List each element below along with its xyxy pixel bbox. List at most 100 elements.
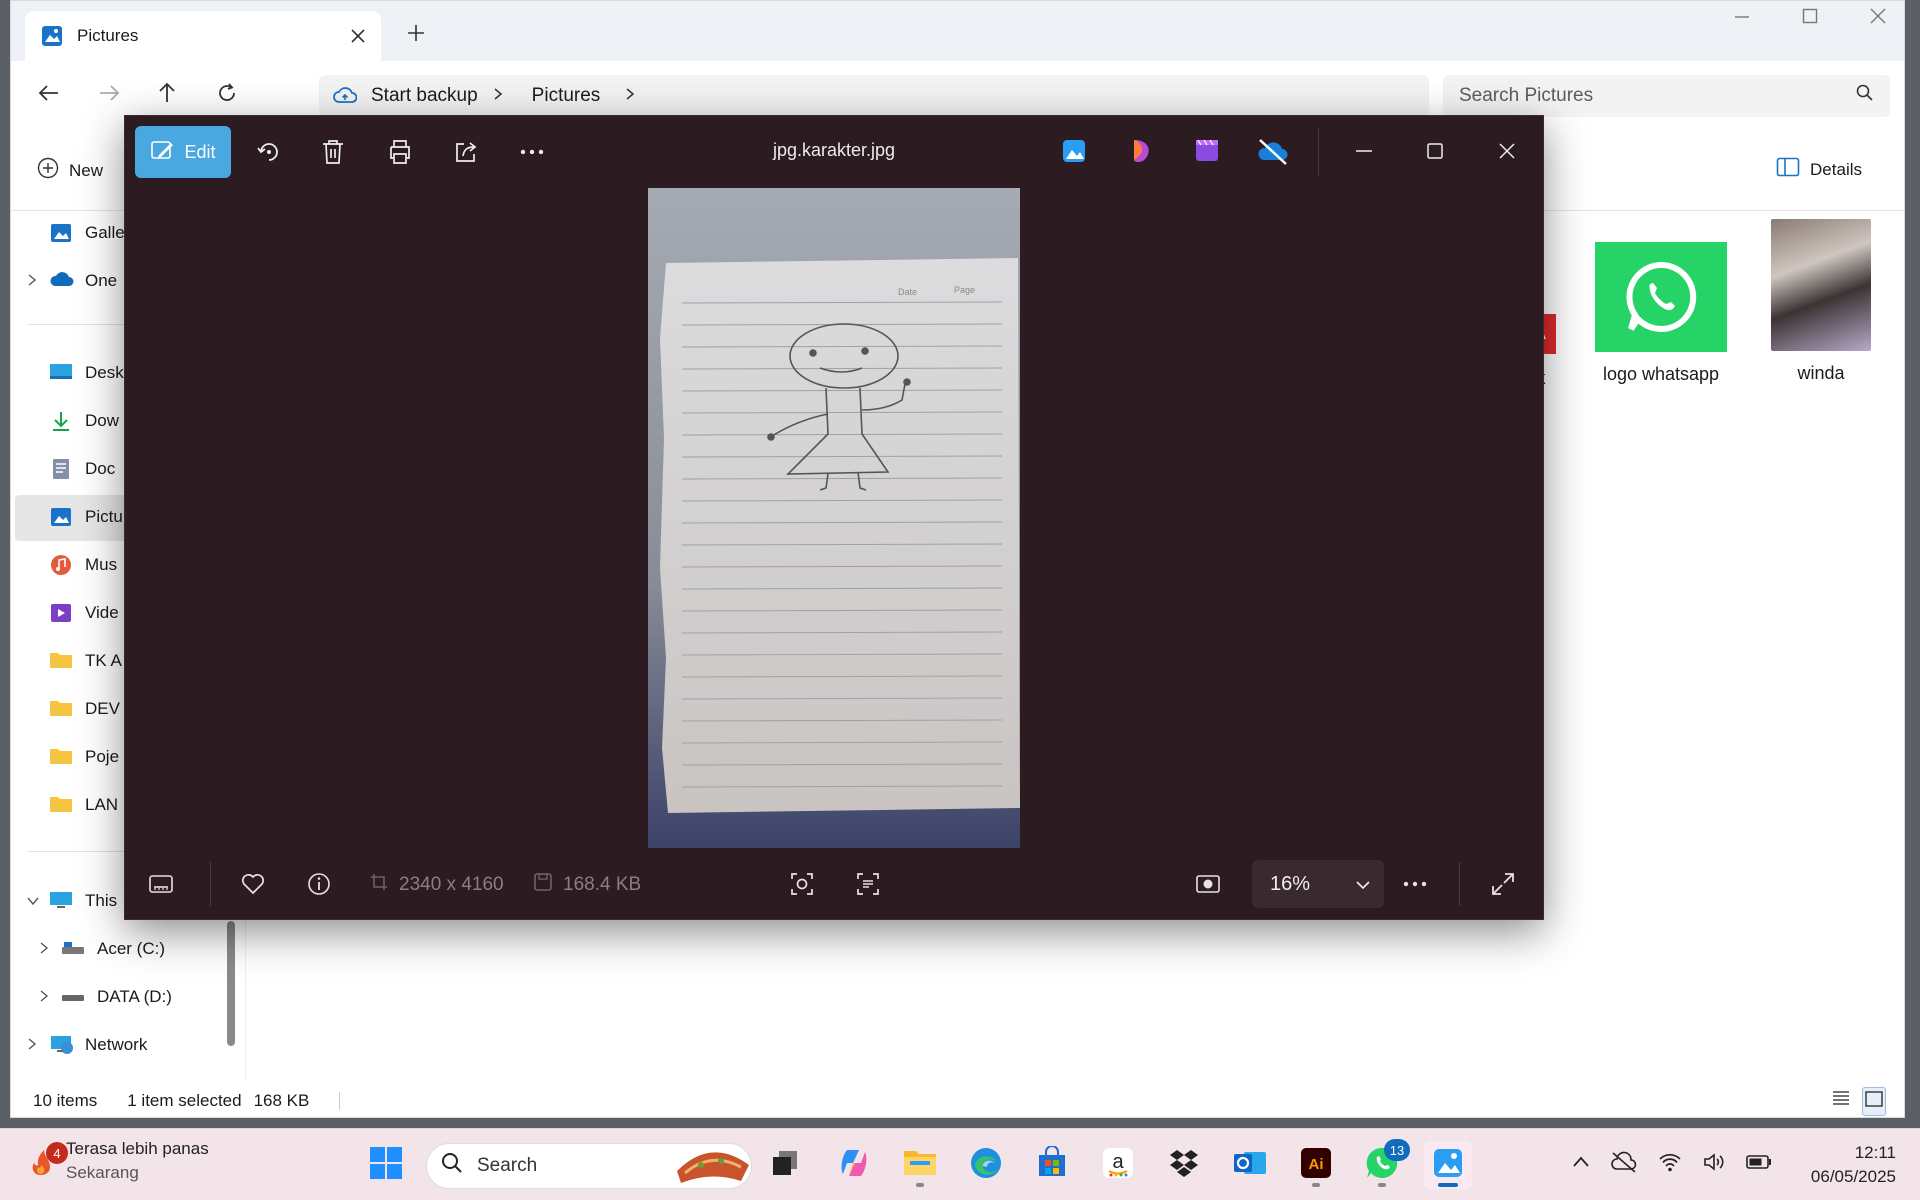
chevron-right-icon[interactable] — [27, 273, 49, 289]
onedrive-off-icon[interactable] — [1610, 1151, 1638, 1178]
share-icon[interactable] — [452, 138, 482, 168]
new-tab-button[interactable] — [407, 21, 425, 49]
zoom-dropdown[interactable]: 16% — [1252, 860, 1384, 908]
sidebar-item-desktop[interactable]: Desk — [27, 353, 124, 393]
chevron-right-icon[interactable] — [39, 989, 61, 1005]
sidebar-item-onedrive[interactable]: One — [27, 261, 117, 301]
photo-display[interactable]: Date Page — [648, 188, 1020, 848]
chevron-right-icon[interactable] — [39, 941, 61, 957]
chevron-right-icon[interactable] — [492, 85, 504, 107]
sidebar-item-documents[interactable]: Doc — [27, 449, 115, 489]
sidebar-item-network[interactable]: Network — [27, 1025, 147, 1065]
up-arrow-icon[interactable] — [155, 81, 185, 111]
sidebar-item-folder-tk[interactable]: TK A — [27, 641, 122, 681]
dropbox-button[interactable] — [1160, 1141, 1208, 1189]
onedrive-off-icon[interactable] — [1256, 136, 1288, 168]
sidebar-item-videos[interactable]: Vide — [27, 593, 119, 633]
refresh-icon[interactable] — [215, 81, 245, 111]
minimize-icon[interactable] — [1351, 138, 1381, 168]
photos-taskbar-button[interactable] — [1424, 1141, 1472, 1189]
chevron-up-icon[interactable] — [1572, 1155, 1590, 1174]
file-tile-winda[interactable]: winda — [1756, 216, 1886, 384]
battery-icon[interactable] — [1746, 1154, 1772, 1175]
visual-search-icon[interactable] — [788, 870, 818, 900]
video-editor-icon[interactable] — [1192, 136, 1224, 168]
minimize-icon[interactable] — [1734, 7, 1750, 30]
chevron-right-icon[interactable] — [624, 85, 636, 107]
file-tile-logo-whatsapp[interactable]: logo whatsapp — [1581, 216, 1741, 385]
pictures-icon — [41, 25, 63, 47]
wifi-icon[interactable] — [1658, 1151, 1682, 1178]
sidebar-item-gallery[interactable]: Galle — [27, 213, 125, 253]
delete-icon[interactable] — [320, 138, 350, 168]
illustrator-button[interactable]: Ai — [1292, 1141, 1340, 1189]
info-icon[interactable] — [305, 870, 335, 900]
new-button[interactable]: New — [37, 157, 103, 184]
toolbar-divider — [1318, 128, 1319, 176]
close-tab-icon[interactable] — [351, 29, 365, 43]
chevron-right-icon[interactable] — [27, 1037, 49, 1053]
network-icon — [49, 1034, 77, 1056]
maximize-icon[interactable] — [1422, 138, 1452, 168]
favorite-heart-icon[interactable] — [239, 870, 269, 900]
file-name: logo whatsapp — [1602, 364, 1720, 384]
close-icon[interactable] — [1494, 138, 1524, 168]
print-icon[interactable] — [386, 138, 416, 168]
file-explorer-taskbar-button[interactable] — [896, 1141, 944, 1189]
dropbox-icon — [1167, 1146, 1201, 1185]
close-icon[interactable] — [1870, 7, 1886, 30]
copilot-button[interactable] — [830, 1141, 878, 1189]
search-input[interactable]: Search Pictures — [1443, 75, 1890, 117]
address-bar[interactable]: Start backup Pictures — [319, 75, 1429, 117]
sidebar-item-drive-c[interactable]: Acer (C:) — [39, 929, 165, 969]
plus-circle-icon — [37, 157, 59, 184]
pictures-icon — [49, 506, 77, 528]
photos-app-icon[interactable] — [1059, 136, 1091, 168]
forward-arrow-icon[interactable] — [97, 81, 127, 111]
system-clock[interactable]: 12:11 06/05/2025 — [1811, 1141, 1896, 1189]
sidebar-item-drive-d[interactable]: DATA (D:) — [39, 977, 172, 1017]
details-button[interactable]: Details — [1776, 157, 1862, 182]
more-options-icon[interactable] — [518, 138, 548, 168]
microsoft-store-button[interactable] — [1028, 1141, 1076, 1189]
paper-sheet — [660, 258, 1020, 813]
more-options-icon[interactable] — [1401, 870, 1431, 900]
folder-icon — [49, 794, 77, 816]
sidebar-item-folder-dev[interactable]: DEV — [27, 689, 120, 729]
sidebar-item-pictures[interactable]: Pictu — [27, 497, 123, 537]
amazon-button[interactable]: a — [1094, 1141, 1142, 1189]
edit-button[interactable]: Edit — [135, 126, 231, 178]
edge-button[interactable] — [962, 1141, 1010, 1189]
outlook-button[interactable] — [1226, 1141, 1274, 1189]
filmstrip-icon[interactable] — [147, 870, 177, 900]
weather-widget[interactable]: 4 Terasa lebih panas Sekarang — [28, 1137, 209, 1185]
sidebar-scrollbar[interactable] — [227, 921, 235, 1046]
back-arrow-icon[interactable] — [37, 81, 67, 111]
volume-icon[interactable] — [1702, 1151, 1726, 1178]
chevron-down-icon[interactable] — [27, 894, 49, 909]
maximize-icon[interactable] — [1802, 7, 1818, 30]
fit-to-window-icon[interactable] — [1194, 870, 1224, 900]
breadcrumb-start-backup[interactable]: Start backup — [371, 85, 478, 107]
scan-text-icon[interactable] — [854, 870, 884, 900]
tab-label: Pictures — [77, 26, 139, 45]
weather-title: Terasa lebih panas — [66, 1139, 209, 1158]
fullscreen-expand-icon[interactable] — [1489, 870, 1519, 900]
tab-pictures[interactable]: Pictures — [25, 11, 381, 61]
tiles-view-icon[interactable] — [1862, 1087, 1886, 1116]
sidebar-item-downloads[interactable]: Dow — [27, 401, 119, 441]
sidebar-item-this-pc[interactable]: This — [27, 881, 117, 921]
taskbar-search[interactable]: Search — [426, 1143, 752, 1189]
breadcrumb-pictures[interactable]: Pictures — [532, 85, 601, 107]
rotate-icon[interactable] — [255, 138, 285, 168]
running-indicator — [1312, 1183, 1320, 1187]
whatsapp-button[interactable]: 13 — [1358, 1139, 1410, 1189]
task-view-button[interactable] — [761, 1141, 809, 1189]
sidebar-item-folder-lan[interactable]: LAN — [27, 785, 118, 825]
search-icon[interactable] — [1856, 84, 1874, 108]
clipchamp-icon[interactable] — [1126, 136, 1158, 168]
sidebar-item-music[interactable]: Mus — [27, 545, 117, 585]
sidebar-item-folder-poje[interactable]: Poje — [27, 737, 119, 777]
list-view-icon[interactable] — [1830, 1087, 1852, 1116]
start-button[interactable] — [362, 1141, 410, 1189]
